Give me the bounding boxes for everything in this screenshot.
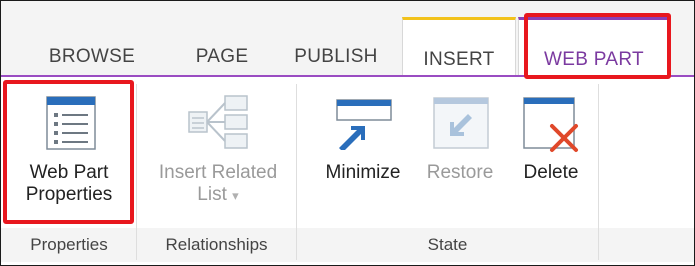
group-label-properties: Properties	[30, 235, 108, 254]
restore-label: Restore	[426, 162, 494, 183]
insert-related-list-label-line1: Insert Related	[158, 162, 278, 183]
web-part-properties-button[interactable]: Web Part Properties	[10, 86, 128, 220]
tab-publish[interactable]: PUBLISH	[279, 39, 393, 75]
tab-insert[interactable]: INSERT	[402, 17, 516, 78]
web-part-properties-label-line1: Web Part	[29, 162, 109, 183]
restore-button[interactable]: Restore	[416, 86, 504, 220]
tab-browse[interactable]: BROWSE	[31, 39, 153, 75]
group-label-state: State	[427, 235, 468, 254]
delete-button[interactable]: Delete	[510, 86, 592, 220]
properties-list-icon	[46, 96, 96, 150]
insert-related-list-button[interactable]: Insert Related List ▾	[143, 86, 293, 220]
tab-web-part[interactable]: WEB PART	[518, 17, 670, 78]
minimize-label: Minimize	[325, 162, 401, 183]
web-part-properties-label-line2: Properties	[25, 184, 113, 205]
delete-label: Delete	[523, 162, 579, 183]
tab-page[interactable]: PAGE	[177, 39, 267, 75]
related-list-icon	[188, 95, 248, 149]
delete-window-icon	[523, 97, 578, 152]
dropdown-arrow-icon: ▾	[232, 188, 239, 203]
minimize-window-icon	[336, 99, 392, 150]
ribbon-tab-strip: BROWSE PAGE PUBLISH INSERT WEB PART	[1, 1, 694, 78]
insert-related-list-label-line2: List ▾	[143, 184, 293, 207]
minimize-button[interactable]: Minimize	[315, 86, 411, 220]
insert-related-list-label-text: List	[197, 184, 227, 205]
group-separator	[598, 84, 599, 260]
restore-window-icon	[433, 97, 489, 149]
group-label-relationships: Relationships	[165, 235, 268, 254]
